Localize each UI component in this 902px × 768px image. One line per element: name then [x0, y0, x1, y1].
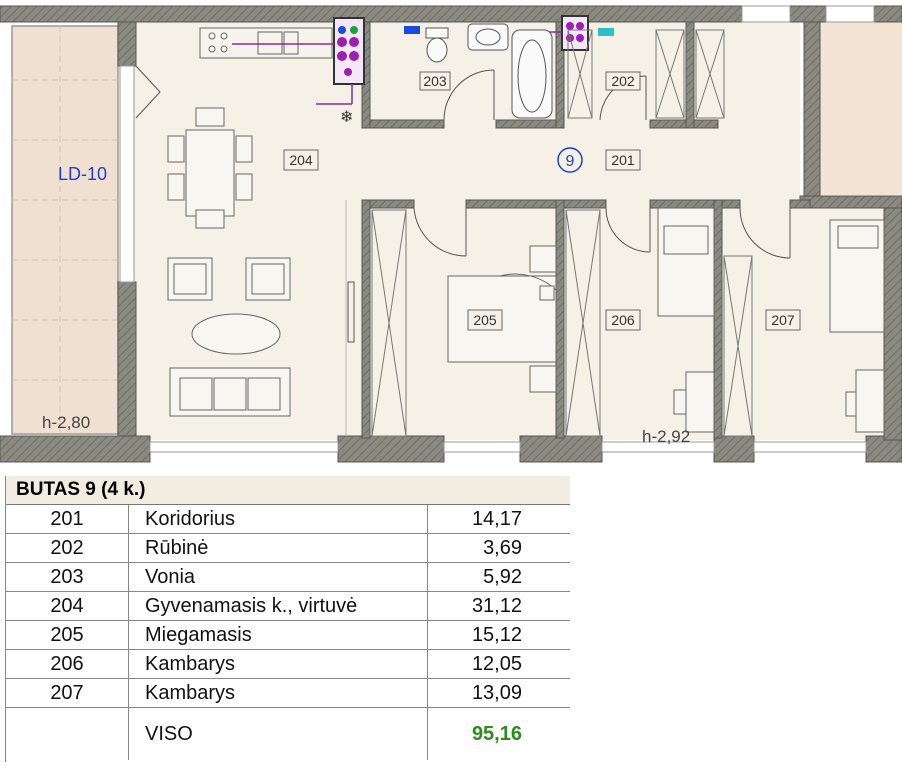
total-label: VISO — [128, 707, 428, 760]
apartment-marker: 9 — [566, 153, 575, 170]
table-row: 203 Vonia 5,92 — [6, 562, 570, 592]
total-area: 95,16 — [471, 722, 522, 745]
room-label-204: 204 — [289, 152, 313, 168]
room-id: 202 — [6, 533, 129, 563]
room-label-203: 203 — [423, 73, 447, 89]
height-label-main: h-2,92 — [642, 427, 690, 446]
room-id: 201 — [6, 505, 129, 534]
room-area: 31,12 — [427, 591, 570, 621]
table-row: 202 Rūbinė 3,69 — [6, 533, 570, 563]
room-label-201: 201 — [611, 152, 635, 168]
room-id: 203 — [6, 562, 129, 592]
room-label-202: 202 — [611, 73, 635, 89]
room-area: 13,09 — [427, 678, 570, 708]
table-row: 201 Koridorius 14,17 — [6, 505, 570, 534]
table-row: 206 Kambarys 12,05 — [6, 649, 570, 679]
table-row: 204 Gyvenamasis k., virtuvė 31,12 — [6, 591, 570, 621]
room-table: 201 Koridorius 14,17 202 Rūbinė 3,69 203… — [6, 505, 570, 760]
room-label-207: 207 — [771, 312, 795, 328]
room-name: Koridorius — [128, 505, 428, 534]
room-id: 206 — [6, 649, 129, 679]
neighbor-area — [820, 20, 902, 195]
height-label-balcony: h-2,80 — [42, 413, 90, 432]
room-name: Kambarys — [128, 649, 428, 679]
table-row: 207 Kambarys 13,09 — [6, 678, 570, 708]
room-name: Gyvenamasis k., virtuvė — [128, 591, 428, 621]
room-area-legend: BUTAS 9 (4 k.) 201 Koridorius 14,17 202 … — [5, 476, 570, 762]
room-area: 12,05 — [427, 649, 570, 679]
room-area: 15,12 — [427, 620, 570, 650]
balcony-label: LD-10 — [58, 164, 107, 184]
room-name: Miegamasis — [128, 620, 428, 650]
legend-title: BUTAS 9 (4 k.) — [6, 476, 570, 505]
room-label-205: 205 — [473, 312, 497, 328]
svg-text:❄: ❄ — [340, 109, 353, 126]
room-area: 3,69 — [427, 533, 570, 563]
room-name: Rūbinė — [128, 533, 428, 563]
total-row: VISO 95,16 — [6, 707, 570, 760]
room-id: 204 — [6, 591, 129, 621]
room-id: 205 — [6, 620, 129, 650]
balcony — [11, 25, 119, 435]
kitchen-counter — [199, 27, 333, 59]
room-label-206: 206 — [611, 312, 635, 328]
room-area: 14,17 — [427, 505, 570, 534]
room-name: Vonia — [128, 562, 428, 592]
floor-plan: ❄ 203 202 204 201 205 206 207 9 LD-10 h-… — [0, 5, 902, 463]
total-id-cell — [6, 707, 129, 760]
room-area: 5,92 — [427, 562, 570, 592]
room-id: 207 — [6, 678, 129, 708]
table-row: 205 Miegamasis 15,12 — [6, 620, 570, 650]
room-name: Kambarys — [128, 678, 428, 708]
